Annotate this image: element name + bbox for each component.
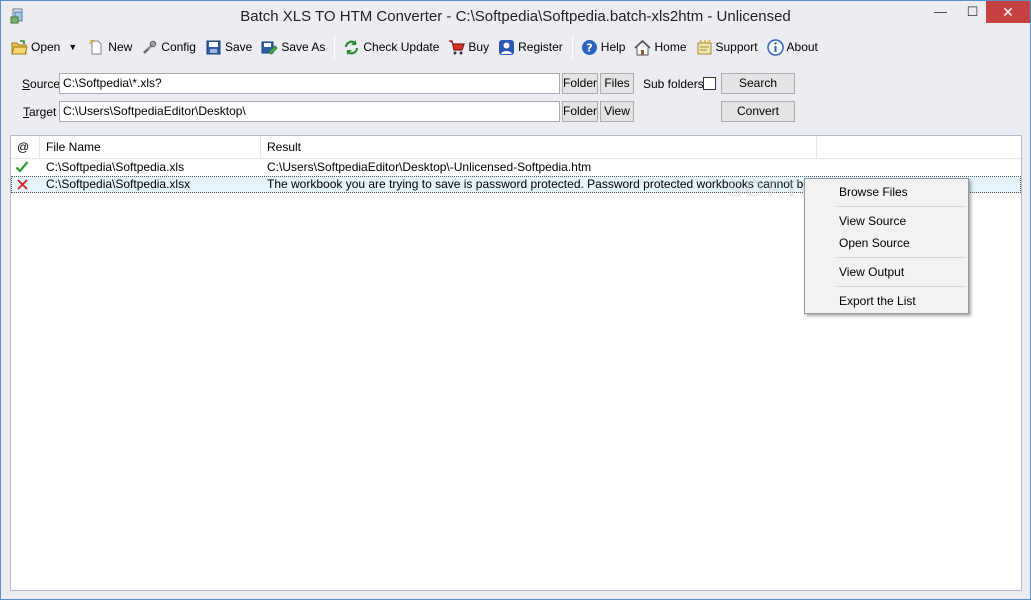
config-label: Config bbox=[161, 40, 196, 54]
new-document-icon bbox=[89, 39, 102, 54]
table-row[interactable]: C:\Softpedia\Softpedia.xls C:\Users\Soft… bbox=[11, 159, 1021, 176]
save-button[interactable]: Save bbox=[201, 34, 257, 60]
source-target-panel: Source C:\Softpedia\*.xls? Folder Files … bbox=[11, 65, 1021, 129]
refresh-icon bbox=[345, 39, 359, 55]
menu-item-view-source[interactable]: View Source bbox=[807, 210, 966, 232]
register-button[interactable]: Register bbox=[494, 34, 568, 60]
title-bar: Batch XLS TO HTM Converter - C:\Softpedi… bbox=[1, 1, 1030, 32]
save-label: Save bbox=[224, 40, 253, 54]
home-button[interactable]: Home bbox=[630, 34, 691, 60]
toolbar-separator bbox=[334, 35, 336, 59]
shopping-cart-icon bbox=[449, 39, 466, 54]
source-path-input[interactable]: C:\Softpedia\*.xls? bbox=[59, 73, 560, 94]
open-button[interactable]: Open ▼ bbox=[7, 34, 84, 60]
help-label: Help bbox=[600, 40, 626, 54]
result-cell: The workbook you are trying to save is p… bbox=[267, 177, 806, 191]
menu-item-open-source[interactable]: Open Source bbox=[807, 232, 966, 254]
support-button[interactable]: Support bbox=[692, 34, 763, 60]
list-header: @ File Name Result bbox=[11, 136, 1021, 159]
window-title: Batch XLS TO HTM Converter - C:\Softpedi… bbox=[240, 8, 791, 25]
help-icon: ? bbox=[581, 39, 597, 55]
close-button[interactable]: ✕ bbox=[986, 1, 1030, 23]
tools-icon bbox=[143, 40, 157, 54]
app-window: Batch XLS TO HTM Converter - C:\Softpedi… bbox=[0, 0, 1031, 600]
support-label: Support bbox=[715, 40, 758, 54]
menu-item-view-output[interactable]: View Output bbox=[807, 261, 966, 283]
info-icon bbox=[766, 38, 784, 56]
maximize-button[interactable]: ☐ bbox=[958, 1, 987, 23]
source-label: Source bbox=[22, 77, 61, 91]
help-button[interactable]: ? Help bbox=[577, 34, 631, 60]
open-label: Open bbox=[31, 40, 61, 54]
target-label: Target bbox=[23, 105, 57, 119]
context-menu: Browse Files View Source Open Source Vie… bbox=[804, 178, 969, 314]
open-folder-icon bbox=[11, 39, 28, 54]
subfolders-checkbox[interactable] bbox=[703, 77, 716, 90]
floppy-disk-icon bbox=[206, 40, 221, 54]
check-update-label: Check Update bbox=[363, 40, 440, 54]
target-folder-button[interactable]: Folder bbox=[562, 101, 598, 122]
search-button[interactable]: Search bbox=[721, 73, 795, 94]
config-button[interactable]: Config bbox=[137, 34, 201, 60]
source-folder-button[interactable]: Folder bbox=[562, 73, 598, 94]
buy-button[interactable]: Buy bbox=[444, 34, 494, 60]
save-as-icon bbox=[261, 41, 279, 55]
save-as-button[interactable]: Save As bbox=[257, 34, 330, 60]
column-header-file-name[interactable]: File Name bbox=[40, 136, 261, 159]
file-name-cell: C:\Softpedia\Softpedia.xls bbox=[46, 160, 185, 174]
source-files-button[interactable]: Files bbox=[600, 73, 634, 94]
menu-separator bbox=[837, 257, 965, 258]
menu-separator bbox=[837, 286, 965, 287]
check-update-button[interactable]: Check Update bbox=[339, 34, 444, 60]
new-button[interactable]: New bbox=[84, 34, 137, 60]
save-as-label: Save As bbox=[281, 40, 326, 54]
open-dropdown-arrow-icon[interactable]: ▼ bbox=[68, 42, 77, 52]
support-icon bbox=[697, 39, 711, 54]
menu-separator bbox=[837, 206, 965, 207]
subfolders-label: Sub folders bbox=[643, 77, 704, 91]
toolbar-separator bbox=[571, 35, 573, 59]
column-header-result[interactable]: Result bbox=[261, 136, 817, 159]
success-check-icon bbox=[11, 159, 40, 176]
minimize-button[interactable]: — bbox=[926, 1, 955, 23]
file-name-cell: C:\Softpedia\Softpedia.xlsx bbox=[46, 177, 191, 191]
target-view-button[interactable]: View bbox=[600, 101, 634, 122]
target-path-input[interactable]: C:\Users\SoftpediaEditor\Desktop\ bbox=[59, 101, 560, 122]
about-button[interactable]: About bbox=[763, 34, 823, 60]
home-icon bbox=[634, 39, 652, 55]
column-header-status[interactable]: @ bbox=[11, 136, 40, 159]
toolbar: Open ▼ New Config Save Save As Check Upd… bbox=[7, 33, 1025, 61]
register-user-icon bbox=[499, 39, 515, 55]
register-label: Register bbox=[518, 40, 563, 54]
home-label: Home bbox=[654, 40, 687, 54]
menu-item-export-list[interactable]: Export the List bbox=[807, 290, 966, 312]
about-label: About bbox=[786, 40, 818, 54]
svg-text:?: ? bbox=[586, 41, 592, 54]
convert-button[interactable]: Convert bbox=[721, 101, 795, 122]
error-x-icon bbox=[11, 176, 40, 193]
result-cell: C:\Users\SoftpediaEditor\Desktop\-Unlice… bbox=[267, 160, 592, 174]
buy-label: Buy bbox=[468, 40, 490, 54]
new-label: New bbox=[108, 40, 133, 54]
menu-item-browse-files[interactable]: Browse Files bbox=[807, 181, 966, 203]
